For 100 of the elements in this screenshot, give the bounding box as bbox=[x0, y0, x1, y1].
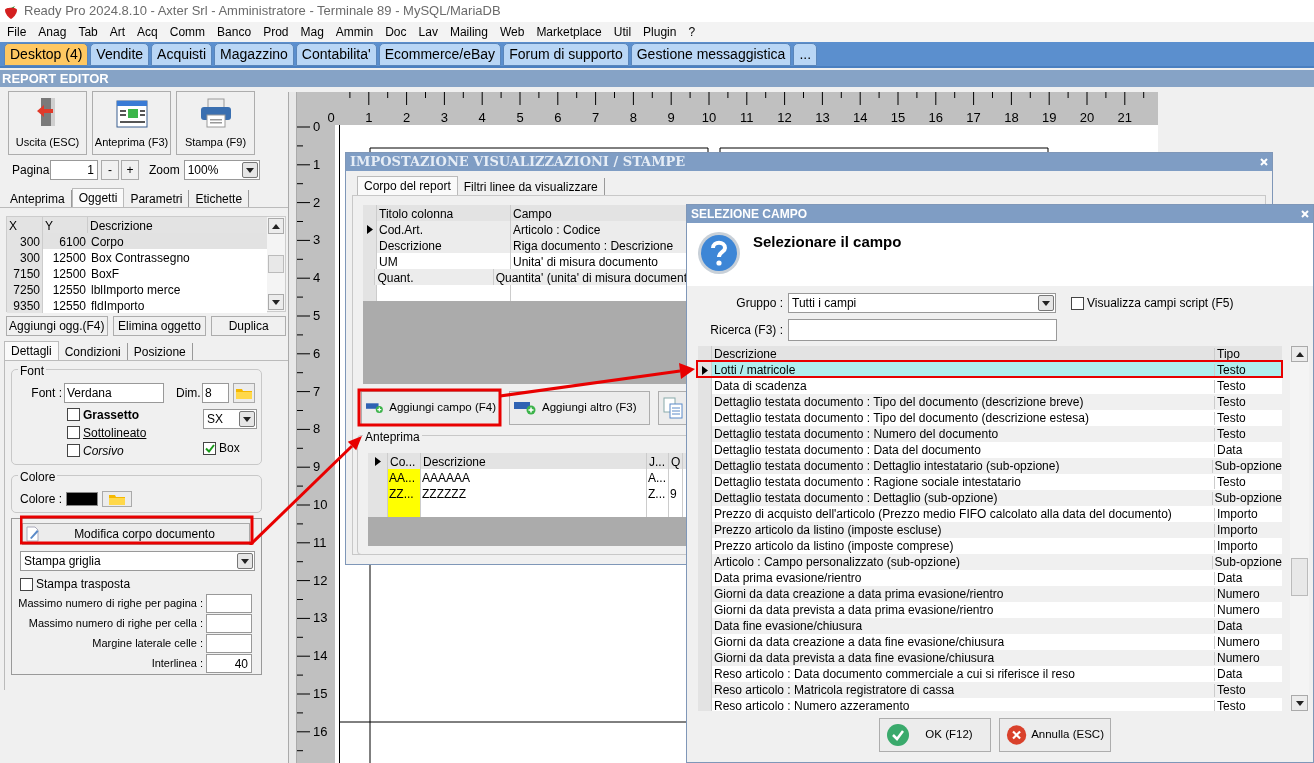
menu-item[interactable]: Mailing bbox=[443, 22, 494, 42]
table-row[interactable]: Reso articolo : Data documento commerciale a cui si riferisce il reso Data bbox=[698, 666, 1282, 682]
checkbox[interactable] bbox=[20, 577, 33, 591]
grid-mode-dropdown[interactable]: Stampa griglia bbox=[20, 551, 255, 571]
tab[interactable]: Dettagli bbox=[4, 341, 59, 360]
table-row[interactable]: Cod.Art. Articolo : Codice bbox=[363, 221, 687, 237]
page-field[interactable]: 1 bbox=[50, 160, 98, 180]
tab[interactable]: Desktop (4) bbox=[4, 43, 89, 66]
search-field[interactable] bbox=[788, 319, 1057, 341]
tab[interactable]: Parametri bbox=[124, 190, 190, 207]
checkbox[interactable] bbox=[67, 408, 80, 421]
action-button[interactable]: Duplica bbox=[211, 316, 286, 336]
tab[interactable]: Corpo del report bbox=[357, 176, 458, 195]
menu-item[interactable]: ? bbox=[682, 22, 702, 42]
menu-item[interactable]: Marketplace bbox=[530, 22, 608, 42]
size-field[interactable]: 8 bbox=[202, 383, 229, 403]
menu-item[interactable]: Anag bbox=[32, 22, 73, 42]
table-row[interactable]: 9350 12550 fldImporto bbox=[7, 297, 268, 313]
toolbar-button[interactable]: Uscita (ESC) bbox=[8, 91, 87, 155]
tab[interactable]: Etichette bbox=[189, 190, 250, 207]
close-icon[interactable] bbox=[1260, 158, 1268, 166]
table-row[interactable]: Reso articolo : Numero azzeramento Testo bbox=[698, 698, 1282, 711]
table-row[interactable]: UM Unita' di misura documento bbox=[363, 253, 687, 269]
menu-item[interactable]: Comm bbox=[163, 22, 212, 42]
scroll-up-button[interactable] bbox=[268, 218, 285, 234]
group-dropdown[interactable]: Tutti i campi bbox=[788, 293, 1056, 313]
table-row[interactable]: Articolo : Campo personalizzato (sub-opzione) Sub-opzione bbox=[698, 554, 1282, 570]
tab[interactable]: Oggetti bbox=[71, 188, 125, 207]
table-row[interactable]: Data prima evasione/rientro Data bbox=[698, 570, 1282, 586]
number-field[interactable] bbox=[206, 634, 252, 653]
scroll-up-button[interactable] bbox=[1291, 346, 1308, 362]
tab[interactable]: Contabilita' bbox=[295, 43, 377, 66]
dialog-button[interactable]: Annulla (ESC) bbox=[999, 718, 1111, 752]
number-field[interactable] bbox=[206, 614, 252, 633]
checkbox[interactable] bbox=[1071, 296, 1084, 310]
zoom-dropdown[interactable]: 100% bbox=[183, 160, 260, 180]
table-row[interactable]: Dettaglio testata documento : Tipo del documento (descrizione estesa) Testo bbox=[698, 410, 1282, 426]
tab[interactable]: Acquisti bbox=[151, 43, 213, 66]
add-button[interactable]: Aggiungi altro (F3) bbox=[509, 391, 650, 425]
table-row[interactable]: 7150 12500 BoxF bbox=[7, 265, 268, 281]
previous-page-button[interactable]: - bbox=[101, 160, 119, 180]
tab[interactable]: Forum di supporto bbox=[503, 43, 629, 66]
table-row[interactable]: Descrizione Riga documento : Descrizione bbox=[363, 237, 687, 253]
table-row[interactable]: Giorni da data creazione a data fine evasione/chiusura Numero bbox=[698, 634, 1282, 650]
scrollbar[interactable] bbox=[1290, 346, 1309, 711]
menu-item[interactable]: Plugin bbox=[637, 22, 683, 42]
font-picker-button[interactable] bbox=[233, 383, 255, 403]
table-row[interactable]: Dettaglio testata documento : Dettaglio (sub-opzione) Sub-opzione bbox=[698, 490, 1282, 506]
scroll-down-button[interactable] bbox=[1291, 695, 1308, 711]
table-row[interactable]: Prezzo di acquisto dell'articolo (Prezzo medio FIFO calcolato alla data del documento) Importo bbox=[698, 506, 1282, 522]
close-icon[interactable] bbox=[1301, 210, 1309, 218]
table-row[interactable]: Giorni da data prevista a data fine evasione/chiusura Numero bbox=[698, 650, 1282, 666]
checkbox[interactable] bbox=[203, 441, 216, 455]
scroll-thumb[interactable] bbox=[268, 255, 285, 273]
table-row[interactable]: Dettaglio testata documento : Ragione sociale intestatario Testo bbox=[698, 474, 1282, 490]
table-row[interactable]: Quant. Quantita' (unita' di misura document bbox=[363, 269, 687, 285]
tab[interactable]: Condizioni bbox=[58, 343, 128, 360]
tab[interactable]: ... bbox=[793, 43, 818, 66]
menu-item[interactable]: Web bbox=[493, 22, 531, 42]
edit-body-button[interactable]: Modifica corpo documento bbox=[22, 523, 250, 545]
table-row[interactable]: Dettaglio testata documento : Dettaglio intestatario (sub-opzione) Sub-opzione bbox=[698, 458, 1282, 474]
number-field[interactable]: 40 bbox=[206, 654, 252, 673]
table-row[interactable]: Prezzo articolo da listino (imposte comprese) Importo bbox=[698, 538, 1282, 554]
tab[interactable]: Posizione bbox=[127, 343, 193, 360]
add-button[interactable]: Aggiungi campo (F4) bbox=[361, 391, 501, 425]
align-dropdown[interactable]: SX bbox=[203, 409, 257, 429]
tab[interactable]: Vendite bbox=[90, 43, 150, 66]
table-row[interactable]: Giorni da data creazione a data prima evasione/rientro Numero bbox=[698, 586, 1282, 602]
color-picker-button[interactable] bbox=[102, 491, 133, 507]
menu-item[interactable]: Art bbox=[103, 22, 132, 42]
menu-item[interactable]: Lav bbox=[412, 22, 444, 42]
table-row[interactable]: Dettaglio testata documento : Numero del documento Testo bbox=[698, 426, 1282, 442]
toolbar-button[interactable]: Stampa (F9) bbox=[176, 91, 255, 155]
color-swatch[interactable] bbox=[66, 492, 99, 506]
table-row[interactable]: 300 12500 Box Contrassegno bbox=[7, 249, 268, 265]
table-row[interactable]: 7250 12550 lblImporto merce bbox=[7, 281, 268, 297]
scrollbar[interactable] bbox=[267, 217, 285, 311]
table-row[interactable]: 300 6100 Corpo bbox=[7, 233, 268, 249]
table-row[interactable]: Prezzo articolo da listino (imposte escluse) Importo bbox=[698, 522, 1282, 538]
tab[interactable]: Gestione messaggistica bbox=[630, 43, 792, 66]
menu-item[interactable]: File bbox=[1, 22, 33, 42]
tab[interactable]: Filtri linee da visualizzare bbox=[457, 178, 605, 195]
menu-item[interactable]: Acq bbox=[131, 22, 164, 42]
table-row[interactable]: Reso articolo : Matricola registratore di cassa Testo bbox=[698, 682, 1282, 698]
toolbar-button[interactable]: Anteprima (F3) bbox=[92, 91, 171, 155]
tab[interactable]: Ecommerce/eBay bbox=[378, 43, 502, 66]
tab[interactable]: Magazzino bbox=[214, 43, 294, 66]
scroll-thumb[interactable] bbox=[1291, 558, 1308, 596]
action-button[interactable]: Elimina oggetto bbox=[112, 316, 207, 336]
menu-item[interactable]: Util bbox=[607, 22, 638, 42]
action-button[interactable]: Aggiungi ogg.(F4) bbox=[6, 316, 108, 336]
number-field[interactable] bbox=[206, 594, 252, 613]
menu-item[interactable]: Banco bbox=[211, 22, 258, 42]
scroll-down-button[interactable] bbox=[268, 294, 285, 310]
font-field[interactable]: Verdana bbox=[64, 383, 164, 403]
table-row[interactable]: Dettaglio testata documento : Data del documento Data bbox=[698, 442, 1282, 458]
table-row[interactable]: Data fine evasione/chiusura Data bbox=[698, 618, 1282, 634]
tab[interactable]: Anteprima bbox=[4, 190, 72, 207]
table-row[interactable]: Dettaglio testata documento : Tipo del documento (descrizione breve) Testo bbox=[698, 394, 1282, 410]
menu-item[interactable]: Mag bbox=[294, 22, 330, 42]
